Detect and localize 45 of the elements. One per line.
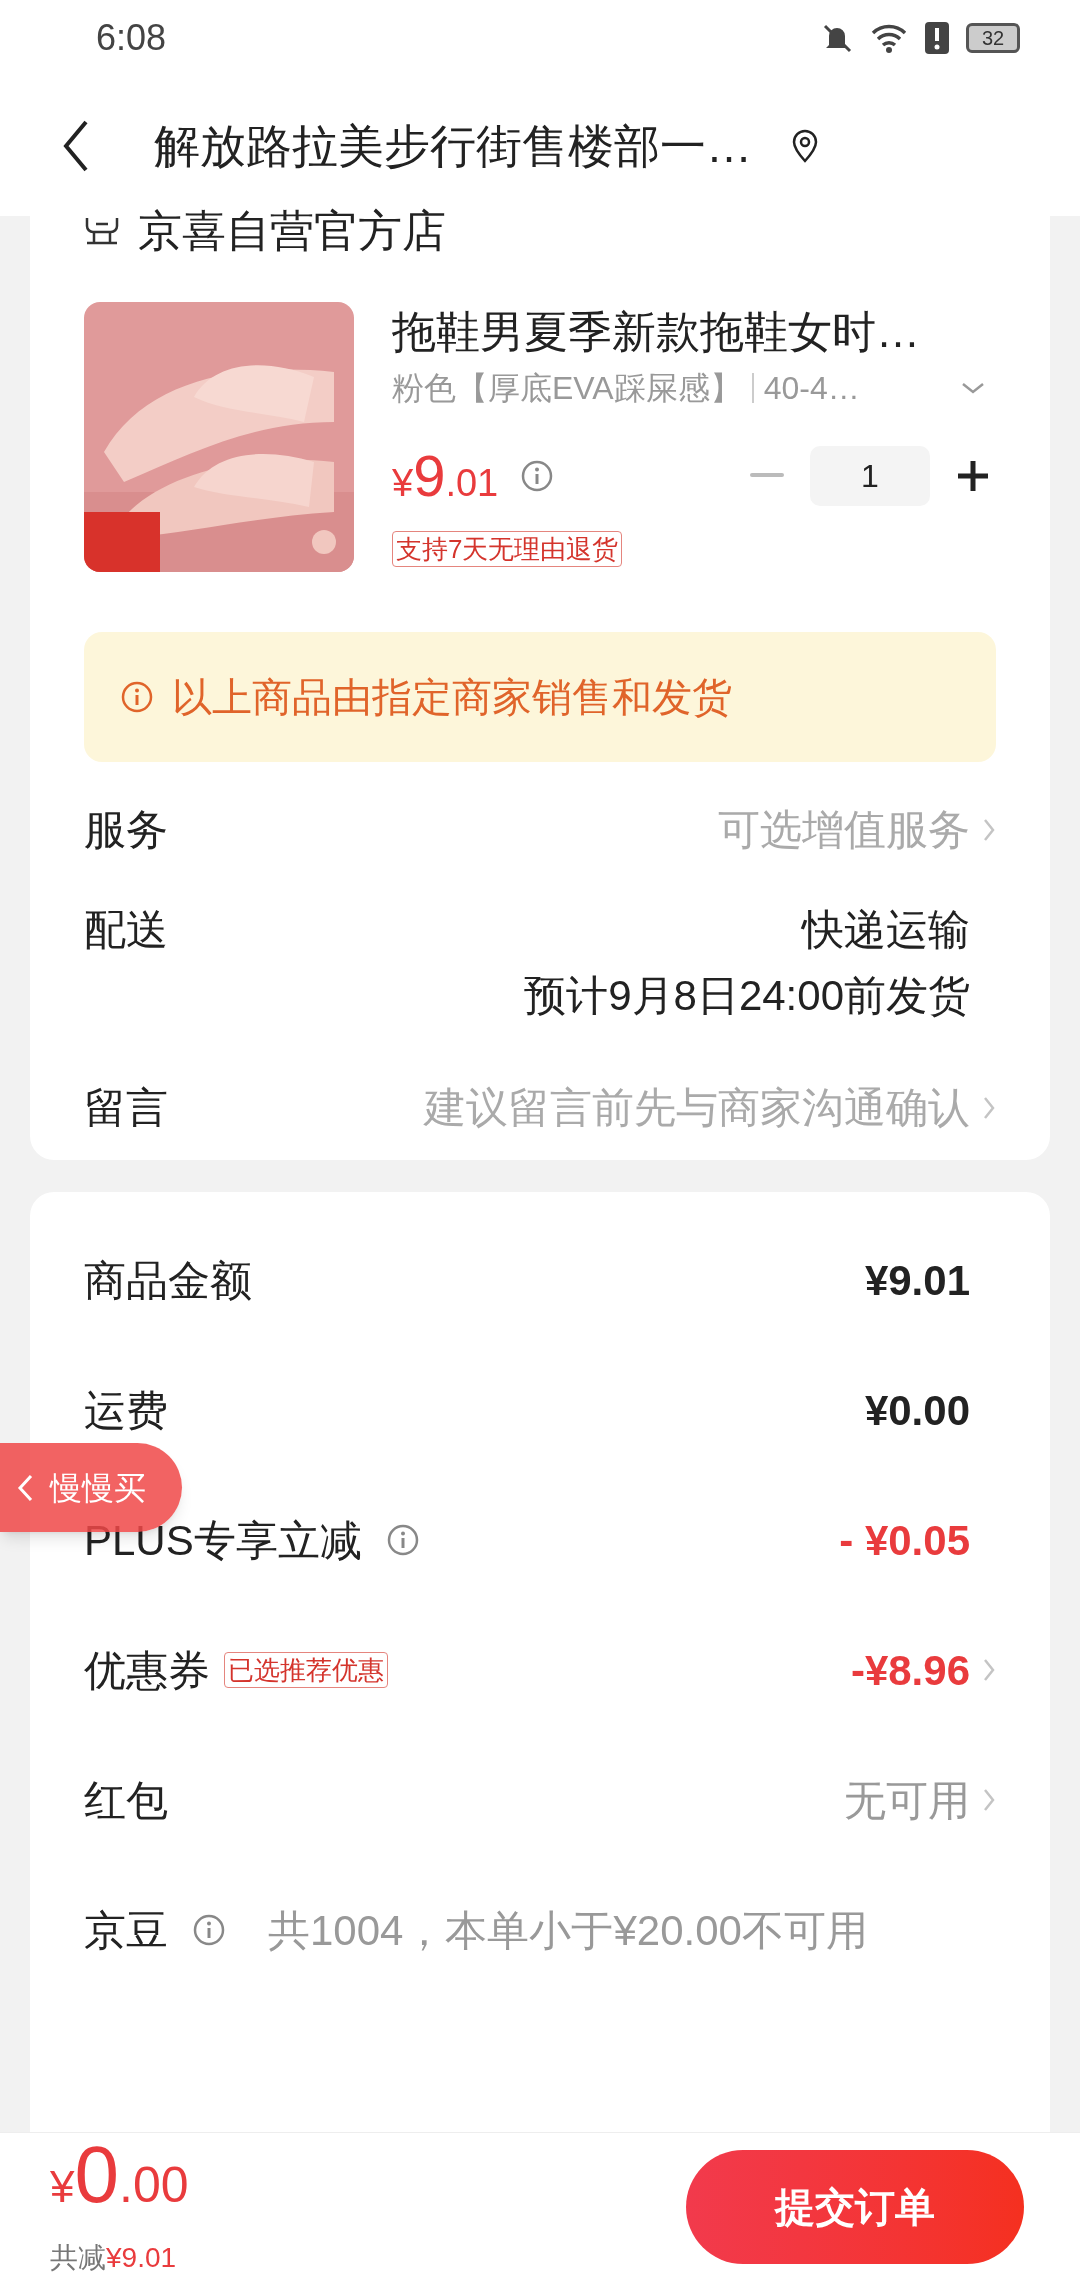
row-label: 红包 [84, 1775, 168, 1826]
sim-alert-icon [924, 21, 950, 55]
row-value: ¥9.01 [864, 1255, 970, 1306]
coupon-badge: 已选推荐优惠 [224, 1652, 388, 1688]
row-value: - ¥0.05 [839, 1515, 970, 1566]
row-value[interactable]: 建议留言前先与商家沟通确认 [424, 1080, 970, 1136]
delivery-estimate: 预计9月8日24:00前发货 [524, 971, 970, 1021]
info-icon[interactable] [520, 458, 555, 493]
row-label: 运费 [84, 1385, 168, 1436]
plus-icon[interactable] [956, 458, 990, 493]
row-label: 京豆 [84, 1905, 168, 1956]
row-label: 留言 [84, 1083, 168, 1133]
row-value[interactable]: 无可用 [844, 1768, 970, 1832]
product-size[interactable]: 40-4… [763, 364, 860, 412]
store-name[interactable]: 京喜自营官方店 [138, 198, 446, 264]
row-label: 商品金额 [84, 1255, 252, 1306]
address-title: 解放路拉美步行街售楼部一… [154, 118, 752, 174]
floating-tab-label: 慢慢买 [50, 1468, 146, 1508]
row-value[interactable]: -¥8.96 [850, 1638, 970, 1702]
row-value: ¥0.00 [864, 1385, 970, 1436]
row-value[interactable]: 可选增值服务 [718, 802, 970, 858]
total-discount: 共减¥9.01 [50, 2240, 178, 2275]
minus-icon[interactable] [750, 472, 784, 479]
battery-indicator: 32 [966, 23, 1020, 53]
info-icon[interactable] [120, 680, 154, 714]
row-value[interactable]: 快递运输 [802, 902, 970, 958]
status-time: 6:08 [96, 16, 167, 60]
info-icon[interactable] [385, 1523, 420, 1557]
store-icon [84, 215, 120, 247]
row-label: 服务 [84, 805, 168, 855]
total-price: ¥0.00 [50, 2134, 189, 2221]
chevron-left-icon [16, 1472, 34, 1503]
quantity-field[interactable]: 1 [810, 445, 930, 506]
chevron-down-icon[interactable] [960, 381, 986, 395]
product-title[interactable]: 拖鞋男夏季新款拖鞋女时… [392, 304, 996, 360]
row-label: 配送 [84, 905, 168, 955]
product-price: ¥9.01 [392, 442, 499, 510]
notice-text: 以上商品由指定商家销售和发货 [172, 674, 732, 721]
info-icon[interactable] [192, 1913, 226, 1947]
submit-order-button[interactable]: 提交订单 [686, 2149, 1024, 2264]
row-label: 优惠券 [84, 1645, 210, 1696]
row-value: 共1004，本单小于¥20.00不可用 [268, 1905, 868, 1956]
location-pin-icon[interactable] [790, 129, 820, 163]
product-spec[interactable]: 粉色【厚底EVA踩屎感】 [392, 364, 742, 412]
return-policy-tag: 支持7天无理由退货 [392, 531, 623, 567]
